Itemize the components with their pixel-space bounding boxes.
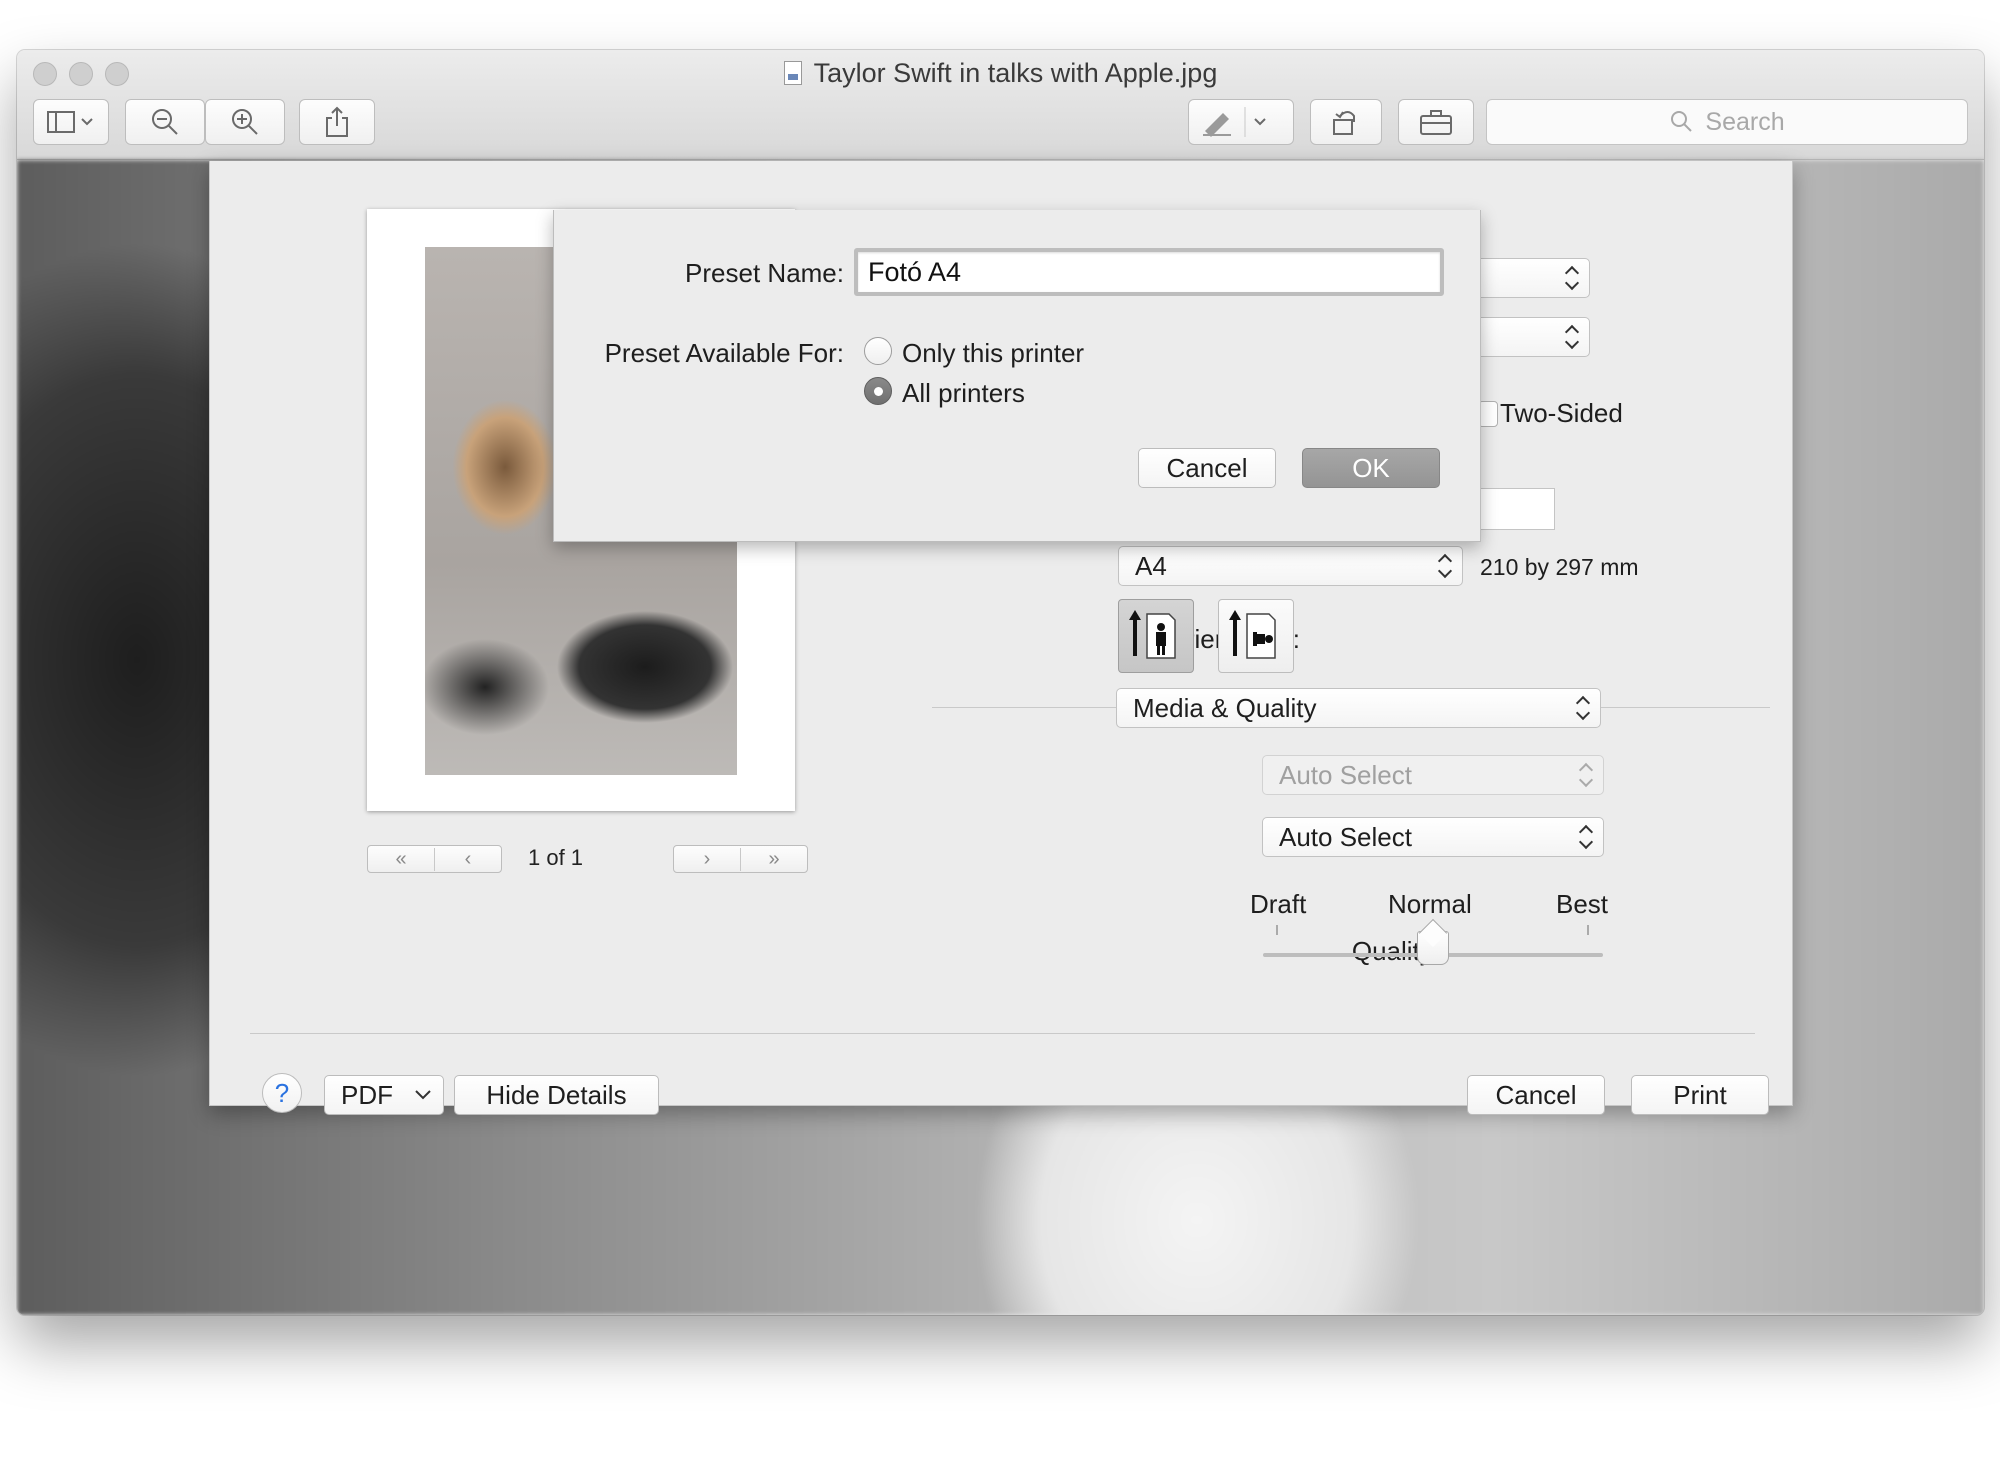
sidebar-icon — [47, 111, 93, 133]
toolbox-button[interactable] — [1398, 99, 1474, 145]
landscape-button[interactable] — [1218, 599, 1294, 673]
feed-from-value: Auto Select — [1279, 759, 1412, 790]
pdf-menu-button[interactable]: PDF — [324, 1075, 444, 1115]
search-placeholder: Search — [1705, 107, 1785, 136]
two-sided-label: Two-Sided — [1500, 398, 1623, 428]
markup-button[interactable] — [1188, 99, 1294, 145]
paper-type-popup[interactable]: Auto Select — [1262, 817, 1604, 857]
help-button[interactable]: ? — [262, 1073, 302, 1113]
quality-normal-label: Normal — [1388, 889, 1472, 919]
paper-type-value: Auto Select — [1279, 821, 1412, 852]
updown-icon — [1576, 695, 1590, 723]
rotate-icon — [1333, 111, 1355, 135]
section-value: Media & Quality — [1133, 692, 1317, 723]
page-counter: 1 of 1 — [528, 845, 584, 870]
pen-icon — [1203, 107, 1266, 137]
updown-icon — [1579, 824, 1593, 852]
preset-sheet: Preset Name: Fotó A4 Preset Available Fo… — [553, 210, 1481, 542]
print-button[interactable]: Print — [1631, 1075, 1769, 1115]
preview-window: Taylor Swift in talks with Apple.jpg Sea… — [17, 50, 1984, 1315]
share-button[interactable] — [299, 99, 375, 145]
sidebar-button[interactable] — [33, 99, 109, 145]
feed-from-popup[interactable]: Auto Select — [1262, 755, 1604, 795]
zoom-out-button[interactable] — [125, 99, 205, 145]
pager-back-group[interactable]: «‹ — [367, 845, 502, 873]
slider-tick — [1276, 925, 1278, 935]
last-page-icon[interactable]: » — [740, 847, 807, 871]
next-page-icon[interactable]: › — [674, 848, 740, 871]
title-bar: Taylor Swift in talks with Apple.jpg Sea… — [17, 50, 1984, 160]
portrait-button[interactable] — [1118, 599, 1194, 673]
quality-slider-thumb[interactable] — [1417, 931, 1449, 965]
preset-name-field[interactable]: Fotó A4 — [854, 248, 1444, 296]
updown-icon — [1438, 553, 1452, 581]
portrait-orientation-icon — [1129, 610, 1176, 659]
updown-icon — [1579, 762, 1593, 790]
zoom-in-icon — [232, 109, 258, 135]
toolbox-icon — [1420, 110, 1452, 135]
preset-name-value: Fotó A4 — [868, 256, 962, 287]
only-this-printer-label[interactable]: Only this printer — [902, 338, 1084, 369]
preset-cancel-button[interactable]: Cancel — [1138, 448, 1276, 488]
paper-dimensions: 210 by 297 mm — [1480, 554, 1639, 580]
footer-separator — [250, 1033, 1755, 1034]
paper-size-popup[interactable]: A4 — [1118, 546, 1463, 586]
prev-page-icon[interactable]: ‹ — [434, 847, 501, 871]
hide-details-button[interactable]: Hide Details — [454, 1075, 659, 1115]
zoom-in-button[interactable] — [205, 99, 285, 145]
search-icon — [1671, 111, 1693, 132]
preset-name-label: Preset Name: — [685, 258, 844, 288]
quality-draft-label: Draft — [1250, 889, 1307, 919]
share-icon — [326, 106, 348, 137]
chevron-down-icon — [415, 1090, 431, 1100]
all-printers-radio[interactable] — [864, 377, 892, 405]
rotate-button[interactable] — [1310, 99, 1382, 145]
pager-forward-group[interactable]: ›» — [673, 845, 808, 873]
first-page-icon[interactable]: « — [368, 848, 434, 871]
quality-best-label: Best — [1556, 889, 1609, 919]
preset-ok-button[interactable]: OK — [1302, 448, 1440, 488]
pdf-label: PDF — [341, 1079, 393, 1110]
only-this-printer-radio[interactable] — [864, 337, 892, 365]
updown-icon — [1565, 265, 1579, 293]
landscape-orientation-icon — [1229, 610, 1276, 659]
all-printers-label[interactable]: All printers — [902, 378, 1025, 409]
slider-tick — [1587, 925, 1589, 935]
two-sided-checkbox[interactable] — [1478, 401, 1498, 427]
preset-available-label: Preset Available For: — [604, 338, 844, 368]
cancel-print-button[interactable]: Cancel — [1467, 1075, 1605, 1115]
paper-size-value: A4 — [1135, 550, 1167, 581]
document-icon — [783, 61, 802, 85]
updown-icon — [1565, 324, 1579, 352]
quality-label: Quality: — [1351, 936, 1440, 966]
window-title: Taylor Swift in talks with Apple.jpg — [17, 58, 1984, 89]
section-popup[interactable]: Media & Quality — [1116, 688, 1601, 728]
search-field[interactable]: Search — [1486, 99, 1968, 145]
zoom-out-icon — [152, 109, 178, 135]
